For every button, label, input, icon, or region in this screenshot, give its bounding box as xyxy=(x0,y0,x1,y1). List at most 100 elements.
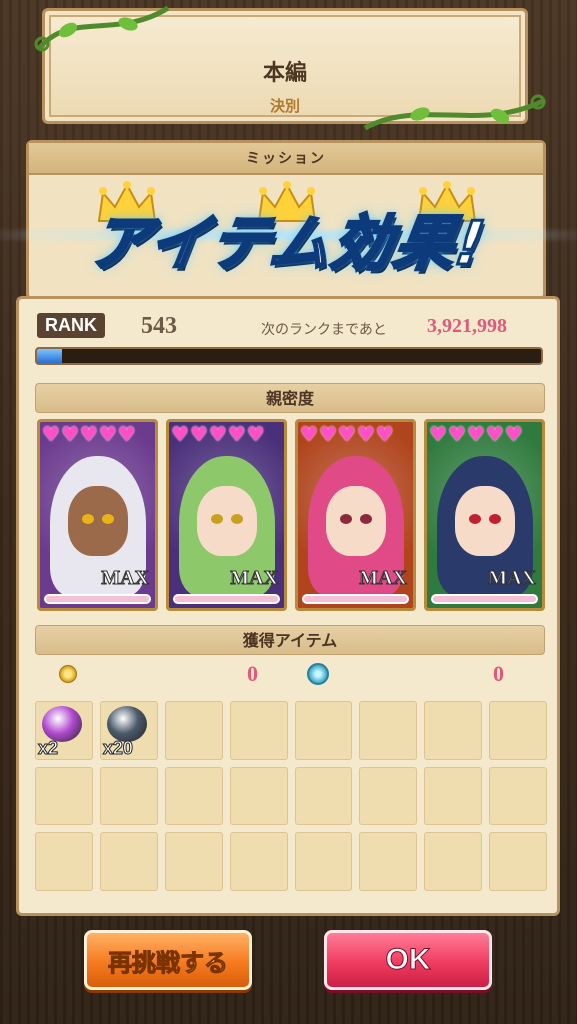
heart-icon: ♥ xyxy=(79,422,98,446)
items-header: 獲得アイテム xyxy=(35,625,545,655)
affection-bar xyxy=(302,594,409,604)
character-face xyxy=(196,486,257,556)
item-count: x20 xyxy=(102,737,133,758)
character-eye xyxy=(488,514,501,524)
heart-icon: ♥ xyxy=(60,422,79,446)
heart-icon: ♥ xyxy=(98,422,117,446)
character-eye xyxy=(339,514,352,524)
item-slot xyxy=(164,832,223,891)
item-slot xyxy=(294,832,353,891)
item-slot xyxy=(229,701,288,760)
item-slot xyxy=(35,832,93,891)
character-face xyxy=(325,486,386,556)
crown-icon xyxy=(97,181,157,222)
character-card: ♥ ♥ ♥ ♥ ♥ MAX xyxy=(166,419,287,611)
heart-icon: ♥ xyxy=(300,422,318,446)
crystal-icon xyxy=(307,663,329,685)
affection-max-label: MAX xyxy=(359,567,408,590)
mission-header: ミッション xyxy=(29,143,543,175)
item-slot xyxy=(359,832,418,891)
rank-label: RANK xyxy=(37,313,105,338)
purple-gem-item-icon xyxy=(42,706,82,742)
heart-icon: ♥ xyxy=(171,422,189,446)
heart-icon: ♥ xyxy=(189,422,208,446)
character-face xyxy=(454,486,515,556)
mission-panel: ミッション xyxy=(26,140,546,300)
heart-icon: ♥ xyxy=(466,422,485,446)
heart-icon: ♥ xyxy=(375,422,394,446)
character-eye xyxy=(101,514,114,524)
affection-header: 親密度 xyxy=(35,383,545,413)
retry-button[interactable]: 再挑戦する xyxy=(84,930,252,990)
vine-decoration-icon xyxy=(363,94,547,131)
heart-icon: ♥ xyxy=(429,422,447,446)
heart-icon: ♥ xyxy=(485,422,504,446)
item-slot xyxy=(359,701,418,760)
crown-icon xyxy=(417,181,477,222)
item-slot[interactable]: x20 xyxy=(99,701,158,760)
affection-hearts: ♥ ♥ ♥ ♥ ♥ xyxy=(171,424,265,444)
rank-row: RANK 543 次のランクまであと 3,921,998 xyxy=(37,313,547,343)
affection-hearts: ♥ ♥ ♥ ♥ ♥ xyxy=(429,424,523,444)
item-slot xyxy=(489,701,547,760)
ok-button[interactable]: OK xyxy=(324,930,492,990)
character-eye xyxy=(210,514,223,524)
heart-icon: ♥ xyxy=(356,422,375,446)
affection-max-label: MAX xyxy=(488,567,537,590)
item-slot xyxy=(164,766,223,826)
character-eye xyxy=(468,514,481,524)
item-slot xyxy=(424,832,483,891)
character-card: ♥ ♥ ♥ ♥ ♥ MAX xyxy=(295,419,416,611)
item-slot xyxy=(164,701,223,760)
character-cards: ♥ ♥ ♥ ♥ ♥ MAX ♥ ♥ ♥ ♥ ♥ MAX ♥ ♥ ♥ ♥ ♥ MAX ♥ ♥ ♥ ♥ ♥ MAX xyxy=(37,419,545,611)
character-card: ♥ ♥ ♥ ♥ ♥ MAX xyxy=(424,419,545,611)
item-slot[interactable]: x2 xyxy=(35,701,93,760)
heart-icon: ♥ xyxy=(208,422,227,446)
character-eye xyxy=(230,514,243,524)
affection-bar xyxy=(431,594,538,604)
affection-max-label: MAX xyxy=(101,567,150,590)
coin-count: 0 xyxy=(247,661,258,686)
item-slot xyxy=(489,766,547,826)
item-count: x2 xyxy=(37,737,59,758)
coin-icon xyxy=(59,665,77,683)
crystal-count: 0 xyxy=(493,661,504,686)
item-slot xyxy=(35,766,93,826)
heart-icon: ♥ xyxy=(447,422,466,446)
item-slot xyxy=(99,832,158,891)
crown-icon xyxy=(257,181,317,222)
next-rank-label: 次のランクまであと xyxy=(261,322,387,338)
item-slot xyxy=(359,766,418,826)
vine-decoration-icon xyxy=(34,5,170,52)
affection-hearts: ♥ ♥ ♥ ♥ ♥ xyxy=(300,424,394,444)
character-card: ♥ ♥ ♥ ♥ ♥ MAX xyxy=(37,419,158,611)
next-rank-value: 3,921,998 xyxy=(427,315,507,337)
character-eye xyxy=(81,514,94,524)
heart-icon: ♥ xyxy=(318,422,337,446)
heart-icon: ♥ xyxy=(337,422,356,446)
item-slot xyxy=(229,766,288,826)
affection-hearts: ♥ ♥ ♥ ♥ ♥ xyxy=(42,424,136,444)
rank-value: 543 xyxy=(141,313,177,339)
currency-row: 0 0 xyxy=(37,661,547,689)
character-face xyxy=(67,486,128,556)
affection-bar xyxy=(44,594,151,604)
item-slot xyxy=(99,766,158,826)
item-slot xyxy=(424,766,483,826)
heart-icon: ♥ xyxy=(117,422,136,446)
character-eye xyxy=(359,514,372,524)
affection-max-label: MAX xyxy=(230,567,279,590)
heart-icon: ♥ xyxy=(42,422,60,446)
item-slot xyxy=(424,701,483,760)
rank-exp-bar xyxy=(35,347,543,365)
result-panel: RANK 543 次のランクまであと 3,921,998 親密度 ♥ ♥ ♥ ♥ ♥ MA… xyxy=(16,296,560,916)
item-grid: x2 x20 xyxy=(35,701,547,891)
affection-bar xyxy=(173,594,280,604)
item-slot xyxy=(229,832,288,891)
rank-exp-fill xyxy=(37,349,63,363)
heart-icon: ♥ xyxy=(504,422,523,446)
item-slot xyxy=(294,766,353,826)
heart-icon: ♥ xyxy=(246,422,265,446)
item-slot xyxy=(489,832,547,891)
item-slot xyxy=(294,701,353,760)
